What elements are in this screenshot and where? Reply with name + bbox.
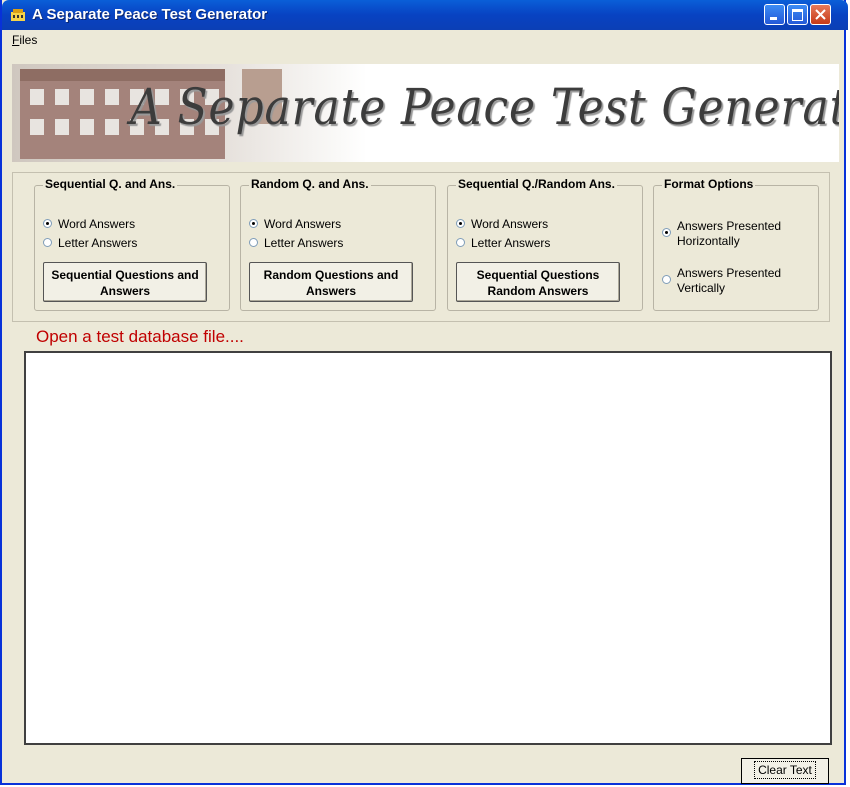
random-questions-button[interactable]: Random Questions and Answers — [249, 262, 413, 302]
sequential-random-button[interactable]: Sequential Questions Random Answers — [456, 262, 620, 302]
clear-text-button[interactable]: Clear Text — [741, 758, 829, 784]
maximize-button[interactable] — [787, 4, 808, 25]
radio-selected-icon — [43, 219, 52, 228]
output-textarea[interactable] — [24, 351, 832, 745]
radio-unselected-icon — [43, 238, 52, 247]
close-icon — [815, 9, 826, 20]
group-sequential: Sequential Q. and Ans. Word Answers Lett… — [34, 177, 230, 311]
group-title: Sequential Q./Random Ans. — [456, 177, 617, 191]
group-random: Random Q. and Ans. Word Answers Letter A… — [240, 177, 436, 311]
group-title: Random Q. and Ans. — [249, 177, 371, 191]
group-title: Sequential Q. and Ans. — [43, 177, 178, 191]
title-bar[interactable]: A Separate Peace Test Generator — [2, 0, 848, 30]
group-title: Format Options — [662, 177, 756, 191]
radio-vertical[interactable]: Answers Presented Vertically — [662, 266, 812, 298]
banner-image: A Separate Peace Test Generator — [12, 64, 839, 162]
radio-unselected-icon — [249, 238, 258, 247]
group-seq-random: Sequential Q./Random Ans. Word Answers L… — [447, 177, 643, 311]
radio-unselected-icon — [456, 238, 465, 247]
radio-horizontal[interactable]: Answers Presented Horizontally — [662, 219, 812, 251]
close-button[interactable] — [810, 4, 831, 25]
group-format-options: Format Options Answers Presented Horizon… — [653, 177, 819, 311]
app-icon — [11, 9, 25, 21]
menu-files[interactable]: Files — [12, 33, 37, 47]
radio-selected-icon — [249, 219, 258, 228]
window-title: A Separate Peace Test Generator — [32, 6, 268, 23]
radio-selected-icon — [662, 228, 671, 237]
radio-selected-icon — [456, 219, 465, 228]
status-text: Open a test database file.... — [36, 327, 244, 346]
sequential-questions-button[interactable]: Sequential Questions and Answers — [43, 262, 207, 302]
radio-unselected-icon — [662, 275, 671, 284]
banner-title: A Separate Peace Test Generator — [130, 78, 839, 136]
menu-bar: Files — [2, 30, 844, 50]
minimize-button[interactable] — [764, 4, 785, 25]
